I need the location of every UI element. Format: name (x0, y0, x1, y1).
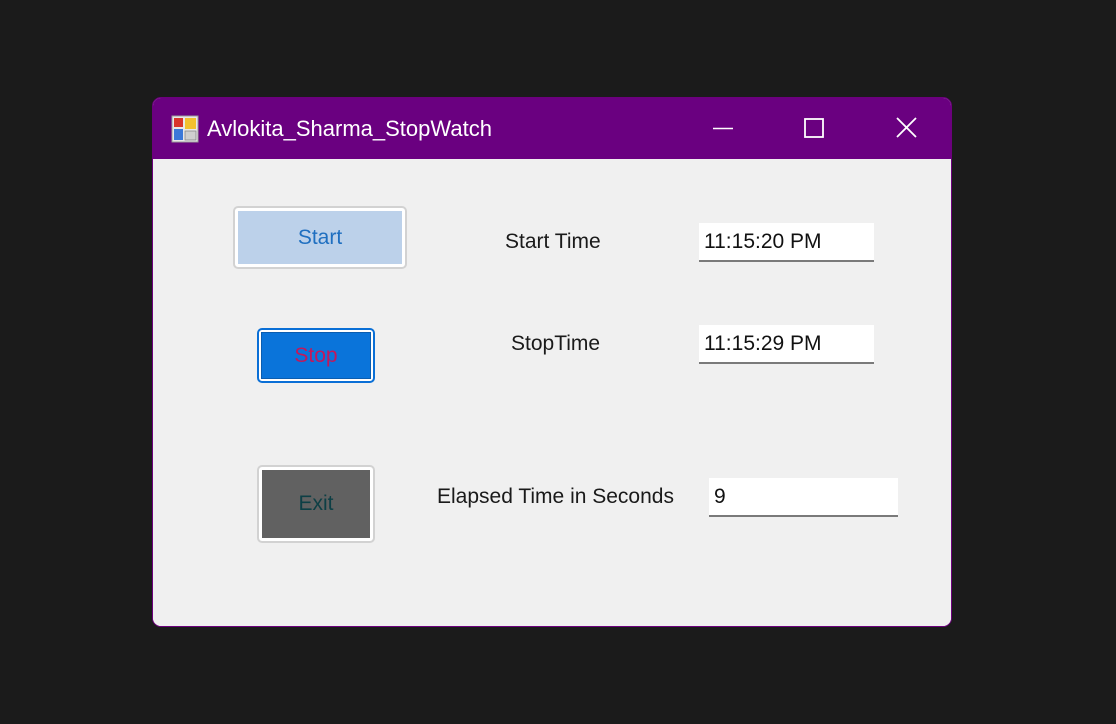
minimize-icon (713, 127, 733, 130)
client-area: Start Start Time Stop StopTime Exit Elap… (153, 159, 951, 626)
exit-button[interactable]: Exit (257, 465, 375, 543)
stop-button-label: Stop (261, 332, 371, 379)
close-button[interactable] (861, 98, 951, 159)
start-time-label: Start Time (505, 230, 601, 253)
window-title: Avlokita_Sharma_StopWatch (207, 116, 492, 141)
stop-button[interactable]: Stop (257, 328, 375, 383)
stop-time-label: StopTime (511, 332, 601, 355)
stop-time-field[interactable] (699, 325, 874, 364)
maximize-button[interactable] (767, 98, 857, 159)
exit-button-label: Exit (262, 470, 370, 538)
minimize-button[interactable] (677, 98, 767, 159)
start-button[interactable]: Start (233, 206, 407, 269)
title-bar[interactable]: Avlokita_Sharma_StopWatch (153, 98, 951, 159)
start-button-label: Start (238, 211, 402, 264)
elapsed-time-field[interactable] (709, 478, 898, 517)
app-icon (171, 115, 199, 143)
close-icon (896, 117, 917, 138)
stopwatch-window: Avlokita_Sharma_StopWatch Start Start Ti… (152, 97, 952, 627)
elapsed-time-label: Elapsed Time in Seconds (437, 485, 674, 508)
start-time-field[interactable] (699, 223, 874, 262)
maximize-icon (804, 118, 824, 138)
